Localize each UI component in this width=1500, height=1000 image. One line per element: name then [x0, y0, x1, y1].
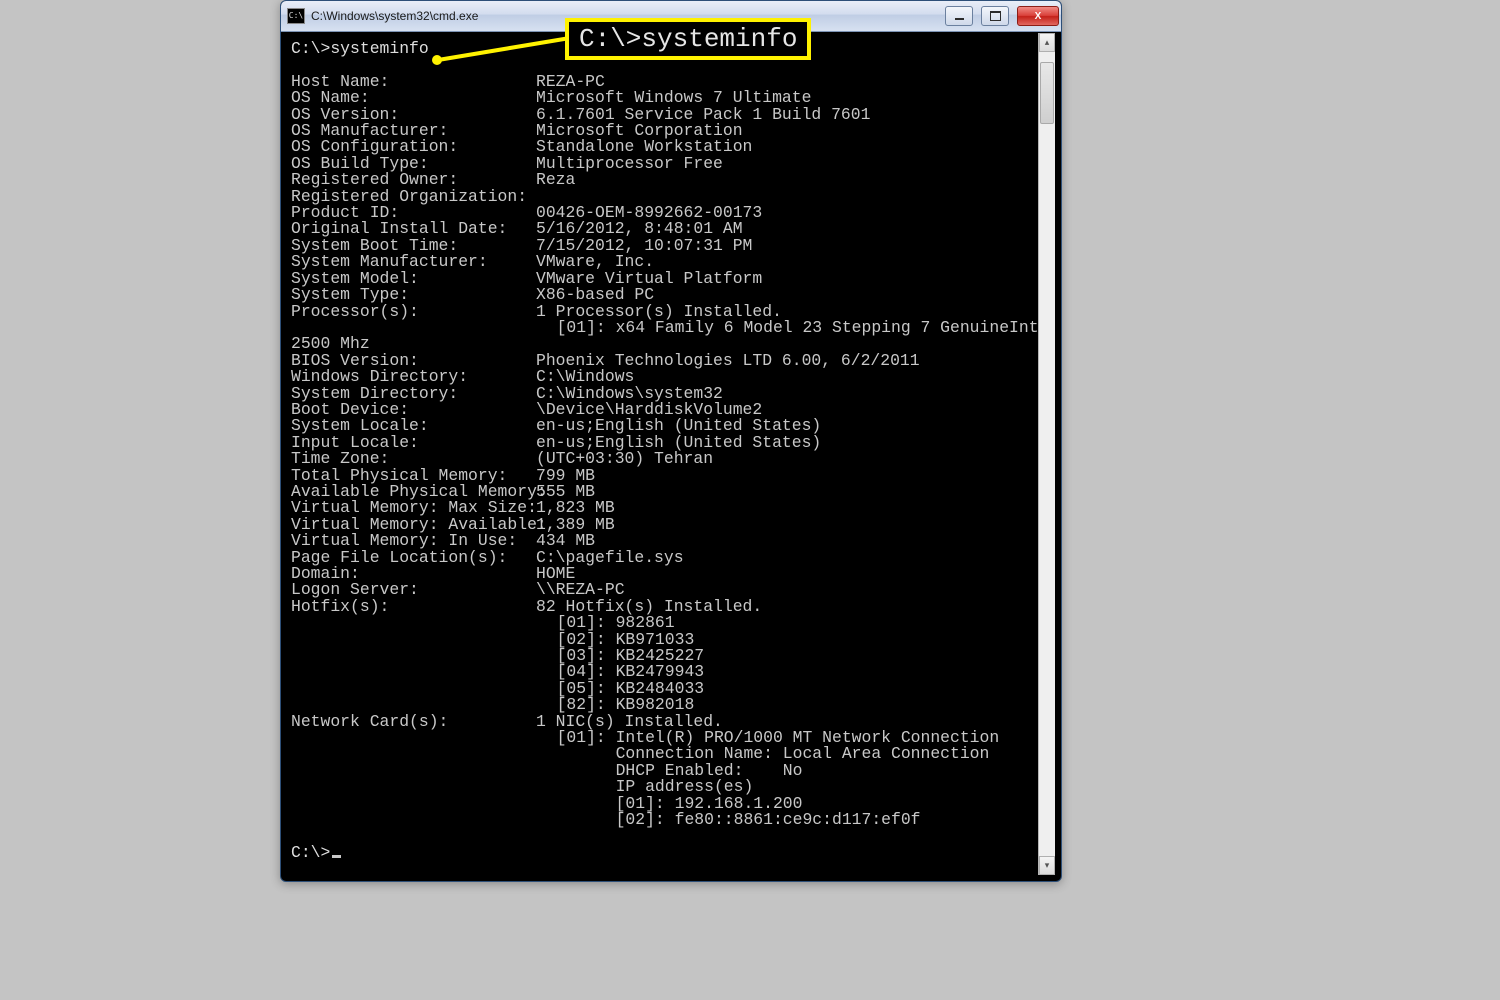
annotation-endpoint-dot [432, 55, 442, 65]
scroll-down-button[interactable]: ▾ [1039, 856, 1055, 875]
annotation-leader-line [430, 34, 580, 74]
close-button[interactable]: X [1017, 6, 1059, 26]
minimize-button[interactable] [945, 6, 973, 26]
cmd-icon: C:\ [287, 8, 305, 24]
scroll-up-button[interactable]: ▴ [1039, 33, 1055, 52]
window-title: C:\Windows\system32\cmd.exe [311, 9, 478, 23]
terminal-output[interactable]: C:\>systeminfo Host Name:REZA-PCOS Name:… [287, 33, 1038, 875]
scroll-thumb[interactable] [1040, 62, 1054, 124]
scroll-track[interactable] [1039, 52, 1055, 856]
annotation-callout: C:\>systeminfo [565, 18, 811, 60]
maximize-button[interactable] [981, 6, 1009, 26]
cmd-window: C:\ C:\Windows\system32\cmd.exe X C:\>sy… [280, 0, 1062, 882]
vertical-scrollbar[interactable]: ▴ ▾ [1038, 33, 1055, 875]
client-area: C:\>systeminfo Host Name:REZA-PCOS Name:… [287, 33, 1055, 875]
